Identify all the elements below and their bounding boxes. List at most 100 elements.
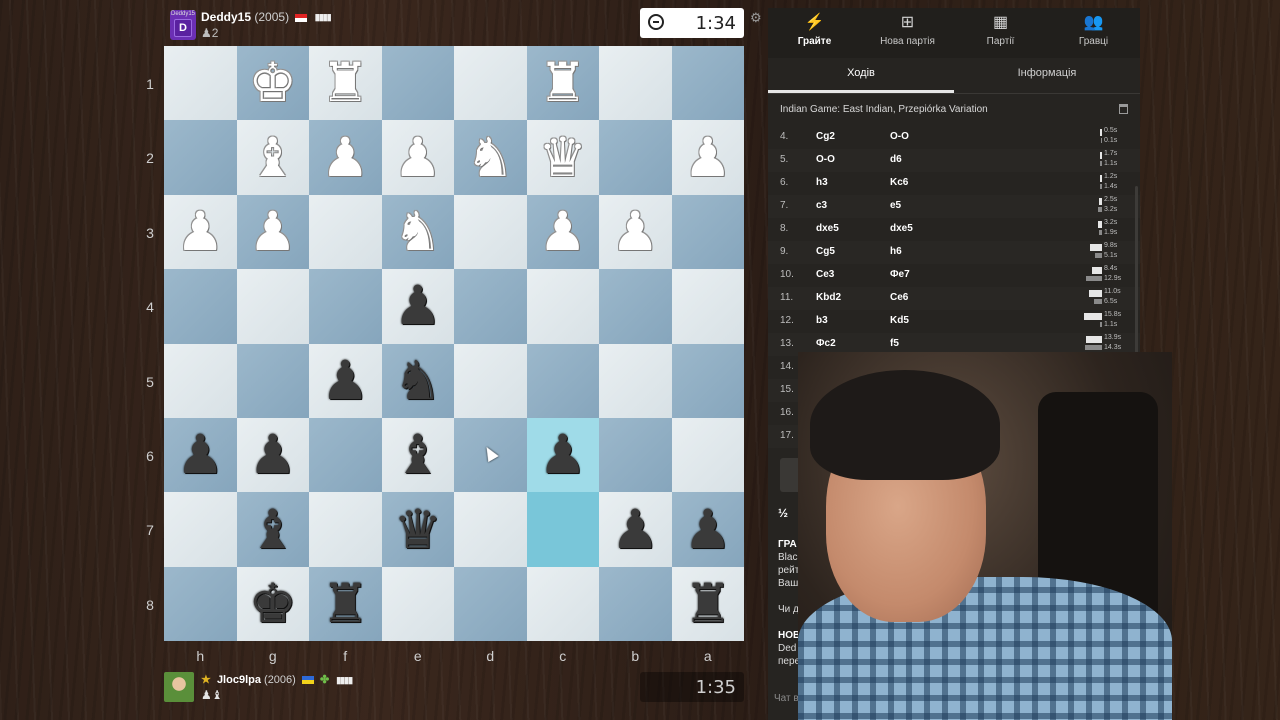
white-pawn-icon[interactable]: ♟ bbox=[611, 204, 659, 259]
square-a8[interactable]: ♜ bbox=[671, 566, 744, 642]
square-e7[interactable]: ♛ bbox=[381, 492, 454, 567]
white-pawn-icon[interactable]: ♟ bbox=[321, 130, 369, 185]
square-d4[interactable] bbox=[454, 269, 527, 344]
square-a7[interactable]: ♟ bbox=[671, 492, 744, 567]
white-pawn-icon[interactable]: ♟ bbox=[176, 204, 224, 259]
square-b1[interactable] bbox=[599, 46, 672, 121]
white-bishop-icon[interactable]: ♝ bbox=[249, 130, 297, 185]
opening-name[interactable]: Indian Game: East Indian, Przepiórka Var… bbox=[780, 104, 988, 115]
white-pawn-icon[interactable]: ♟ bbox=[394, 130, 442, 185]
square-b4[interactable] bbox=[599, 269, 672, 344]
white-move[interactable]: dxe5 bbox=[816, 223, 839, 234]
nav-players[interactable]: 👥 Гравці bbox=[1047, 8, 1140, 58]
white-pawn-icon[interactable]: ♟ bbox=[684, 130, 732, 185]
black-pawn-icon[interactable]: ♟ bbox=[321, 353, 369, 408]
black-pawn-icon[interactable]: ♟ bbox=[539, 428, 587, 482]
square-d3[interactable] bbox=[454, 194, 527, 270]
black-move[interactable]: Фe7 bbox=[890, 269, 910, 280]
black-move[interactable]: dxe5 bbox=[890, 223, 913, 234]
square-g3[interactable]: ♟ bbox=[236, 194, 309, 270]
black-move[interactable]: f5 bbox=[890, 338, 899, 349]
square-a5[interactable] bbox=[671, 343, 744, 418]
square-e5[interactable]: ♞ bbox=[381, 343, 454, 418]
square-c8[interactable] bbox=[526, 566, 599, 642]
white-move[interactable]: b3 bbox=[816, 315, 828, 326]
square-c1[interactable]: ♜ bbox=[526, 46, 599, 121]
white-move[interactable]: Cg2 bbox=[816, 131, 835, 142]
white-move[interactable]: h3 bbox=[816, 177, 828, 188]
square-a3[interactable] bbox=[671, 194, 744, 270]
square-b7[interactable]: ♟ bbox=[599, 492, 672, 567]
white-rook-icon[interactable]: ♜ bbox=[321, 56, 369, 110]
square-h5[interactable] bbox=[164, 343, 237, 418]
top-player-name[interactable]: Deddy15 bbox=[201, 10, 251, 24]
black-move[interactable]: Ce6 bbox=[890, 292, 908, 303]
square-f2[interactable]: ♟ bbox=[309, 120, 382, 195]
square-g2[interactable]: ♝ bbox=[236, 120, 309, 195]
square-g7[interactable]: ♝ bbox=[236, 492, 309, 567]
black-pawn-icon[interactable]: ♟ bbox=[249, 428, 297, 482]
tab-moves[interactable]: Ходів bbox=[768, 58, 954, 93]
black-king-icon[interactable]: ♚ bbox=[249, 576, 297, 631]
square-g4[interactable] bbox=[236, 269, 309, 344]
square-f8[interactable]: ♜ bbox=[309, 566, 382, 642]
black-bishop-icon[interactable]: ♝ bbox=[249, 502, 297, 557]
square-h1[interactable] bbox=[164, 46, 237, 121]
gear-icon[interactable]: ⚙ bbox=[750, 10, 762, 26]
black-move[interactable]: O-O bbox=[890, 131, 909, 142]
white-rook-icon[interactable]: ♜ bbox=[539, 56, 587, 110]
square-h2[interactable] bbox=[164, 120, 237, 195]
square-e3[interactable]: ♞ bbox=[381, 194, 454, 270]
black-bishop-icon[interactable]: ♝ bbox=[394, 428, 442, 482]
square-e8[interactable] bbox=[381, 566, 454, 642]
nav-new-game[interactable]: ⊞ Нова партія bbox=[861, 8, 954, 58]
square-c7[interactable] bbox=[526, 492, 599, 567]
square-e1[interactable] bbox=[381, 46, 454, 121]
square-d8[interactable] bbox=[454, 566, 527, 642]
black-pawn-icon[interactable]: ♟ bbox=[394, 279, 442, 333]
black-move[interactable]: Kc6 bbox=[890, 177, 908, 188]
square-g1[interactable]: ♚ bbox=[236, 46, 309, 121]
square-a4[interactable] bbox=[671, 269, 744, 344]
black-move[interactable]: e5 bbox=[890, 200, 901, 211]
square-h7[interactable] bbox=[164, 492, 237, 567]
white-queen-icon[interactable]: ♛ bbox=[539, 130, 587, 185]
square-c2[interactable]: ♛ bbox=[526, 120, 599, 195]
square-e2[interactable]: ♟ bbox=[381, 120, 454, 195]
square-e6[interactable]: ♝ bbox=[381, 418, 454, 493]
white-move[interactable]: c3 bbox=[816, 200, 827, 211]
black-queen-icon[interactable]: ♛ bbox=[394, 502, 442, 557]
square-g8[interactable]: ♚ bbox=[236, 566, 309, 642]
square-f3[interactable] bbox=[309, 194, 382, 270]
black-move[interactable]: h6 bbox=[890, 246, 902, 257]
chess-board[interactable]: ♚ ♜ ♜ ♝ ♟ ♟ ♞ ♛ ♟ ♟ ♟ ♞ ♟ ♟ ♟ ♟ ♞ ♟ ♟ ♝ ♟ ♝ ♛ ♟ ♟ ♚ ♜ ♜ bbox=[164, 46, 744, 642]
white-move[interactable]: Cg5 bbox=[816, 246, 835, 257]
square-d2[interactable]: ♞ bbox=[454, 120, 527, 195]
white-move[interactable]: O-O bbox=[816, 154, 835, 165]
square-e4[interactable]: ♟ bbox=[381, 269, 454, 344]
square-c4[interactable] bbox=[526, 269, 599, 344]
nav-play[interactable]: ⚡ Грайте bbox=[768, 8, 861, 58]
square-h3[interactable]: ♟ bbox=[164, 194, 237, 270]
square-b5[interactable] bbox=[599, 343, 672, 418]
black-rook-icon[interactable]: ♜ bbox=[684, 576, 732, 631]
square-d1[interactable] bbox=[454, 46, 527, 121]
square-h8[interactable] bbox=[164, 566, 237, 642]
square-b8[interactable] bbox=[599, 566, 672, 642]
white-king-icon[interactable]: ♚ bbox=[249, 56, 297, 110]
square-a2[interactable]: ♟ bbox=[671, 120, 744, 195]
square-b2[interactable] bbox=[599, 120, 672, 195]
square-d7[interactable] bbox=[454, 492, 527, 567]
square-d5[interactable] bbox=[454, 343, 527, 418]
black-pawn-icon[interactable]: ♟ bbox=[176, 428, 224, 482]
square-b6[interactable] bbox=[599, 418, 672, 493]
tab-info[interactable]: Інформація bbox=[954, 58, 1140, 93]
square-b3[interactable]: ♟ bbox=[599, 194, 672, 270]
square-f6[interactable] bbox=[309, 418, 382, 493]
bottom-player-name[interactable]: Jloc9lpa bbox=[217, 674, 261, 686]
square-h4[interactable] bbox=[164, 269, 237, 344]
avatar[interactable]: Deddy15 D bbox=[170, 10, 196, 40]
black-rook-icon[interactable]: ♜ bbox=[321, 576, 369, 631]
white-move[interactable]: Фc2 bbox=[816, 338, 836, 349]
black-move[interactable]: d6 bbox=[890, 154, 902, 165]
